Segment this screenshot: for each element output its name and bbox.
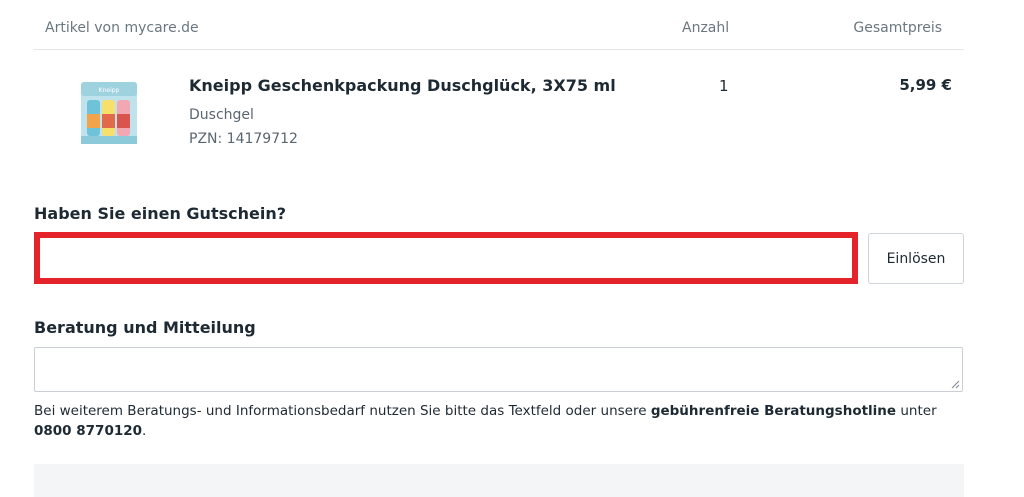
advice-heading: Beratung und Mitteilung — [34, 318, 256, 337]
checkout-page: Artikel von mycare.de Anzahl Gesamtpreis… — [0, 0, 1024, 497]
product-price: 5,99 € — [899, 76, 952, 94]
summary-panel — [34, 464, 964, 497]
advice-note-prefix: Bei weiterem Beratungs- und Informations… — [34, 403, 651, 419]
resize-handle-icon[interactable] — [950, 379, 960, 389]
product-pzn: PZN: 14179712 — [189, 131, 298, 147]
product-image[interactable]: Kneipp — [78, 74, 140, 150]
product-name[interactable]: Kneipp Geschenkpackung Duschglück, 3X75 … — [189, 76, 616, 95]
hotline-label: gebührenfreie Beratungshotline — [650, 403, 897, 419]
coupon-code-input[interactable] — [34, 232, 858, 284]
svg-text:Kneipp: Kneipp — [99, 87, 120, 94]
advice-message-textarea[interactable] — [34, 347, 963, 392]
advice-note: Bei weiterem Beratungs- und Informations… — [34, 401, 964, 441]
product-quantity: 1 — [719, 77, 729, 95]
column-header-total: Gesamtpreis — [853, 20, 942, 36]
cart-table-header: Artikel von mycare.de Anzahl Gesamtpreis — [34, 8, 964, 50]
advice-note-middle: unter — [896, 403, 937, 419]
coupon-heading: Haben Sie einen Gutschein? — [34, 204, 286, 223]
column-header-quantity: Anzahl — [682, 20, 730, 36]
advice-note-suffix: . — [142, 423, 147, 439]
hotline-number[interactable]: 0800 8770120 — [34, 423, 142, 439]
column-header-article: Artikel von mycare.de — [45, 20, 199, 36]
product-type: Duschgel — [189, 107, 254, 123]
cart-item-row: Kneipp Kneipp Geschenkpackung Duschglück… — [34, 60, 964, 160]
redeem-coupon-button[interactable]: Einlösen — [868, 233, 964, 284]
